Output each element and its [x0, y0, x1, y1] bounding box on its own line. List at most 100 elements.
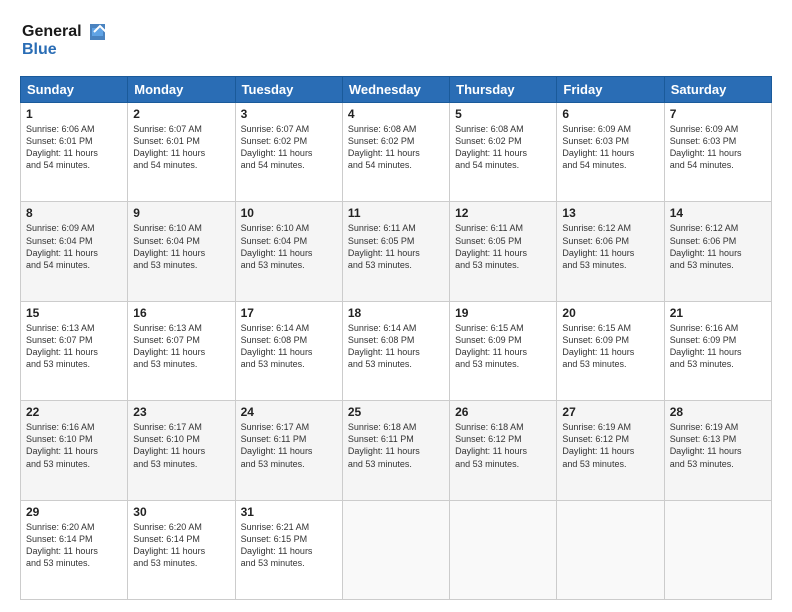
day-number: 25	[348, 405, 444, 419]
day-info: Sunrise: 6:14 AM Sunset: 6:08 PM Dayligh…	[348, 322, 444, 371]
day-info: Sunrise: 6:18 AM Sunset: 6:11 PM Dayligh…	[348, 421, 444, 470]
calendar-cell: 29 Sunrise: 6:20 AM Sunset: 6:14 PM Dayli…	[21, 500, 128, 599]
calendar-cell: 10 Sunrise: 6:10 AM Sunset: 6:04 PM Dayli…	[235, 202, 342, 301]
day-number: 12	[455, 206, 551, 220]
day-number: 11	[348, 206, 444, 220]
day-info: Sunrise: 6:06 AM Sunset: 6:01 PM Dayligh…	[26, 123, 122, 172]
calendar-header-wednesday: Wednesday	[342, 77, 449, 103]
day-number: 10	[241, 206, 337, 220]
calendar-cell: 11 Sunrise: 6:11 AM Sunset: 6:05 PM Dayli…	[342, 202, 449, 301]
day-number: 2	[133, 107, 229, 121]
calendar-week-1: 1Sunrise: 6:06 AM Sunset: 6:01 PM Daylig…	[21, 103, 772, 202]
calendar-header-row: SundayMondayTuesdayWednesdayThursdayFrid…	[21, 77, 772, 103]
calendar-header-thursday: Thursday	[450, 77, 557, 103]
calendar-header-tuesday: Tuesday	[235, 77, 342, 103]
calendar-cell: 12 Sunrise: 6:11 AM Sunset: 6:05 PM Dayli…	[450, 202, 557, 301]
calendar-cell: 13 Sunrise: 6:12 AM Sunset: 6:06 PM Dayli…	[557, 202, 664, 301]
calendar-cell: 7 Sunrise: 6:09 AM Sunset: 6:03 PM Daylig…	[664, 103, 771, 202]
calendar-cell	[664, 500, 771, 599]
day-info: Sunrise: 6:20 AM Sunset: 6:14 PM Dayligh…	[133, 521, 229, 570]
day-number: 14	[670, 206, 766, 220]
day-number: 19	[455, 306, 551, 320]
day-number: 17	[241, 306, 337, 320]
day-info: Sunrise: 6:17 AM Sunset: 6:10 PM Dayligh…	[133, 421, 229, 470]
day-info: Sunrise: 6:19 AM Sunset: 6:13 PM Dayligh…	[670, 421, 766, 470]
day-number: 6	[562, 107, 658, 121]
calendar-cell: 28 Sunrise: 6:19 AM Sunset: 6:13 PM Dayli…	[664, 401, 771, 500]
calendar-table: SundayMondayTuesdayWednesdayThursdayFrid…	[20, 76, 772, 600]
day-info: Sunrise: 6:15 AM Sunset: 6:09 PM Dayligh…	[455, 322, 551, 371]
day-info: Sunrise: 6:10 AM Sunset: 6:04 PM Dayligh…	[133, 222, 229, 271]
day-info: Sunrise: 6:17 AM Sunset: 6:11 PM Dayligh…	[241, 421, 337, 470]
calendar-cell: 16Sunrise: 6:13 AM Sunset: 6:07 PM Dayli…	[128, 301, 235, 400]
day-number: 4	[348, 107, 444, 121]
day-info: Sunrise: 6:20 AM Sunset: 6:14 PM Dayligh…	[26, 521, 122, 570]
day-number: 29	[26, 505, 122, 519]
day-number: 3	[241, 107, 337, 121]
day-number: 24	[241, 405, 337, 419]
day-info: Sunrise: 6:09 AM Sunset: 6:03 PM Dayligh…	[670, 123, 766, 172]
day-number: 18	[348, 306, 444, 320]
calendar-cell: 20Sunrise: 6:15 AM Sunset: 6:09 PM Dayli…	[557, 301, 664, 400]
calendar-week-4: 22 Sunrise: 6:16 AM Sunset: 6:10 PM Dayli…	[21, 401, 772, 500]
calendar-week-3: 15 Sunrise: 6:13 AM Sunset: 6:07 PM Dayli…	[21, 301, 772, 400]
day-number: 31	[241, 505, 337, 519]
day-number: 13	[562, 206, 658, 220]
day-info: Sunrise: 6:15 AM Sunset: 6:09 PM Dayligh…	[562, 322, 658, 371]
calendar-cell	[342, 500, 449, 599]
day-info: Sunrise: 6:16 AM Sunset: 6:10 PM Dayligh…	[26, 421, 122, 470]
day-number: 7	[670, 107, 766, 121]
calendar-cell: 27Sunrise: 6:19 AM Sunset: 6:12 PM Dayli…	[557, 401, 664, 500]
day-number: 22	[26, 405, 122, 419]
calendar-cell: 19 Sunrise: 6:15 AM Sunset: 6:09 PM Dayli…	[450, 301, 557, 400]
day-number: 28	[670, 405, 766, 419]
page: General Blue SundayMondayTuesdayWednesda…	[0, 0, 792, 612]
calendar-cell: 23 Sunrise: 6:17 AM Sunset: 6:10 PM Dayli…	[128, 401, 235, 500]
day-info: Sunrise: 6:16 AM Sunset: 6:09 PM Dayligh…	[670, 322, 766, 371]
day-number: 15	[26, 306, 122, 320]
calendar-header-monday: Monday	[128, 77, 235, 103]
calendar-cell: 24 Sunrise: 6:17 AM Sunset: 6:11 PM Dayli…	[235, 401, 342, 500]
day-info: Sunrise: 6:10 AM Sunset: 6:04 PM Dayligh…	[241, 222, 337, 271]
day-number: 8	[26, 206, 122, 220]
calendar-cell: 31 Sunrise: 6:21 AM Sunset: 6:15 PM Dayli…	[235, 500, 342, 599]
day-info: Sunrise: 6:18 AM Sunset: 6:12 PM Dayligh…	[455, 421, 551, 470]
calendar-cell: 18 Sunrise: 6:14 AM Sunset: 6:08 PM Dayli…	[342, 301, 449, 400]
calendar-week-2: 8 Sunrise: 6:09 AM Sunset: 6:04 PM Daylig…	[21, 202, 772, 301]
day-info: Sunrise: 6:21 AM Sunset: 6:15 PM Dayligh…	[241, 521, 337, 570]
day-info: Sunrise: 6:13 AM Sunset: 6:07 PM Dayligh…	[26, 322, 122, 371]
calendar-header-sunday: Sunday	[21, 77, 128, 103]
calendar-cell: 21 Sunrise: 6:16 AM Sunset: 6:09 PM Dayli…	[664, 301, 771, 400]
logo-icon: General Blue	[20, 16, 110, 61]
calendar-header-saturday: Saturday	[664, 77, 771, 103]
header: General Blue	[20, 16, 772, 66]
calendar-cell: 5Sunrise: 6:08 AM Sunset: 6:02 PM Daylig…	[450, 103, 557, 202]
calendar-header-friday: Friday	[557, 77, 664, 103]
calendar-cell: 25 Sunrise: 6:18 AM Sunset: 6:11 PM Dayli…	[342, 401, 449, 500]
calendar-cell: 22 Sunrise: 6:16 AM Sunset: 6:10 PM Dayli…	[21, 401, 128, 500]
day-number: 9	[133, 206, 229, 220]
logo: General Blue	[20, 16, 110, 66]
calendar-cell: 17Sunrise: 6:14 AM Sunset: 6:08 PM Dayli…	[235, 301, 342, 400]
day-info: Sunrise: 6:11 AM Sunset: 6:05 PM Dayligh…	[455, 222, 551, 271]
day-number: 21	[670, 306, 766, 320]
svg-text:Blue: Blue	[22, 41, 57, 58]
calendar-cell: 4Sunrise: 6:08 AM Sunset: 6:02 PM Daylig…	[342, 103, 449, 202]
calendar-body: 1Sunrise: 6:06 AM Sunset: 6:01 PM Daylig…	[21, 103, 772, 600]
calendar-cell: 26Sunrise: 6:18 AM Sunset: 6:12 PM Dayli…	[450, 401, 557, 500]
day-info: Sunrise: 6:12 AM Sunset: 6:06 PM Dayligh…	[670, 222, 766, 271]
calendar-week-5: 29 Sunrise: 6:20 AM Sunset: 6:14 PM Dayli…	[21, 500, 772, 599]
day-info: Sunrise: 6:13 AM Sunset: 6:07 PM Dayligh…	[133, 322, 229, 371]
calendar-cell: 14 Sunrise: 6:12 AM Sunset: 6:06 PM Dayli…	[664, 202, 771, 301]
svg-text:General: General	[22, 23, 82, 40]
calendar-cell: 1Sunrise: 6:06 AM Sunset: 6:01 PM Daylig…	[21, 103, 128, 202]
calendar-cell: 15 Sunrise: 6:13 AM Sunset: 6:07 PM Dayli…	[21, 301, 128, 400]
day-info: Sunrise: 6:09 AM Sunset: 6:04 PM Dayligh…	[26, 222, 122, 271]
day-info: Sunrise: 6:11 AM Sunset: 6:05 PM Dayligh…	[348, 222, 444, 271]
day-info: Sunrise: 6:12 AM Sunset: 6:06 PM Dayligh…	[562, 222, 658, 271]
day-number: 5	[455, 107, 551, 121]
day-number: 23	[133, 405, 229, 419]
calendar-cell: 8 Sunrise: 6:09 AM Sunset: 6:04 PM Daylig…	[21, 202, 128, 301]
day-info: Sunrise: 6:07 AM Sunset: 6:01 PM Dayligh…	[133, 123, 229, 172]
calendar-cell: 30Sunrise: 6:20 AM Sunset: 6:14 PM Dayli…	[128, 500, 235, 599]
